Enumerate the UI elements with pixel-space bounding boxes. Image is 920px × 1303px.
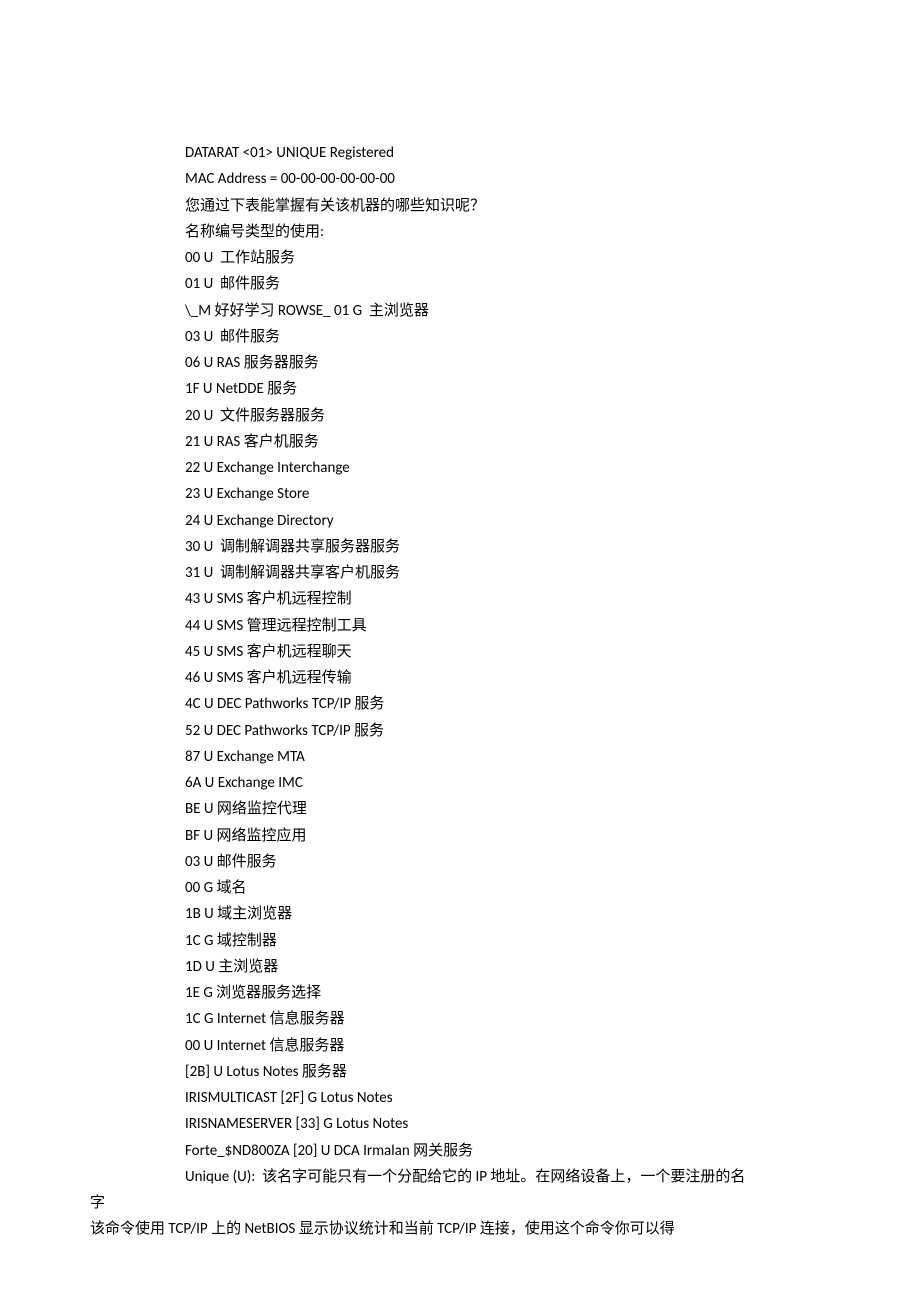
document-body: DATARAT <01> UNIQUE RegisteredMAC Addres… (90, 140, 830, 1243)
text-line: 21 U RAS 客户机服务 (90, 429, 830, 455)
text-line: Unique (U): 该名字可能只有一个分配给它的 IP 地址。在网络设备上，… (90, 1164, 830, 1190)
text-line: 20 U 文件服务器服务 (90, 403, 830, 429)
text-line: \_M 好好学习 ROWSE_ 01 G 主浏览器 (90, 298, 830, 324)
text-line: IRISNAMESERVER [33] G Lotus Notes (90, 1111, 830, 1137)
text-line: 1E G 浏览器服务选择 (90, 980, 830, 1006)
text-line: 06 U RAS 服务器服务 (90, 350, 830, 376)
text-line: 字 (90, 1190, 830, 1216)
text-line: 1F U NetDDE 服务 (90, 376, 830, 402)
text-line: 00 G 域名 (90, 875, 830, 901)
text-line: BE U 网络监控代理 (90, 796, 830, 822)
text-line: 22 U Exchange Interchange (90, 455, 830, 481)
text-line: DATARAT <01> UNIQUE Registered (90, 140, 830, 166)
text-line: [2B] U Lotus Notes 服务器 (90, 1059, 830, 1085)
text-line: 03 U 邮件服务 (90, 324, 830, 350)
text-line: 03 U 邮件服务 (90, 849, 830, 875)
text-line: BF U 网络监控应用 (90, 823, 830, 849)
text-line: 44 U SMS 管理远程控制工具 (90, 613, 830, 639)
text-line: 1C G Internet 信息服务器 (90, 1006, 830, 1032)
text-line: 00 U Internet 信息服务器 (90, 1033, 830, 1059)
text-line: 名称编号类型的使用: (90, 219, 830, 245)
text-line: 23 U Exchange Store (90, 481, 830, 507)
text-line: 01 U 邮件服务 (90, 271, 830, 297)
document-page: DATARAT <01> UNIQUE RegisteredMAC Addres… (0, 0, 920, 1303)
text-line: Forte_$ND800ZA [20] U DCA Irmalan 网关服务 (90, 1138, 830, 1164)
text-line: 46 U SMS 客户机远程传输 (90, 665, 830, 691)
text-line: 52 U DEC Pathworks TCP/IP 服务 (90, 718, 830, 744)
text-line: 43 U SMS 客户机远程控制 (90, 586, 830, 612)
text-line: 31 U 调制解调器共享客户机服务 (90, 560, 830, 586)
text-line: 4C U DEC Pathworks TCP/IP 服务 (90, 691, 830, 717)
text-line: 该命令使用 TCP/IP 上的 NetBIOS 显示协议统计和当前 TCP/IP… (90, 1216, 830, 1242)
text-line: 24 U Exchange Directory (90, 508, 830, 534)
text-line: MAC Address = 00-00-00-00-00-00 (90, 166, 830, 192)
text-line: 1B U 域主浏览器 (90, 901, 830, 927)
text-line: 您通过下表能掌握有关该机器的哪些知识呢？ (90, 193, 830, 219)
text-line: IRISMULTICAST [2F] G Lotus Notes (90, 1085, 830, 1111)
text-line: 30 U 调制解调器共享服务器服务 (90, 534, 830, 560)
text-line: 45 U SMS 客户机远程聊天 (90, 639, 830, 665)
text-line: 6A U Exchange IMC (90, 770, 830, 796)
text-line: 1D U 主浏览器 (90, 954, 830, 980)
text-line: 00 U 工作站服务 (90, 245, 830, 271)
text-line: 87 U Exchange MTA (90, 744, 830, 770)
text-line: 1C G 域控制器 (90, 928, 830, 954)
